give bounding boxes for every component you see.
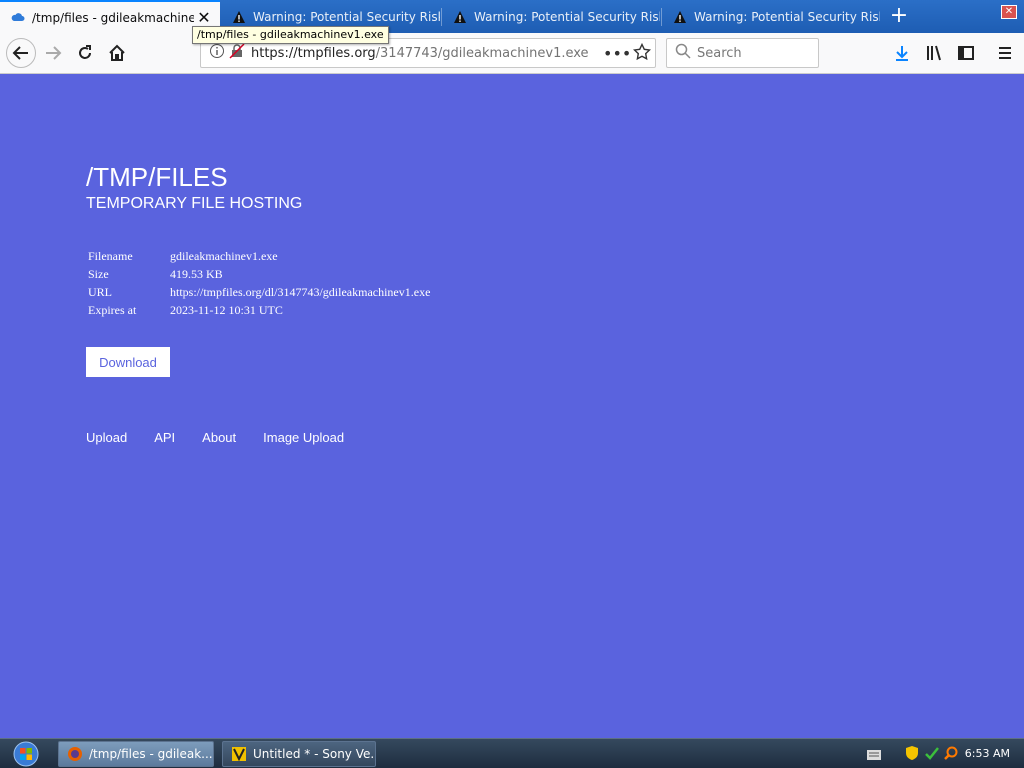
cloud-icon [10, 10, 26, 26]
search-icon [675, 43, 691, 63]
forward-arrow-icon [46, 46, 62, 60]
search-bar[interactable]: Search [666, 38, 819, 68]
library-icon [927, 45, 941, 61]
expires-label: Expires at [88, 303, 137, 317]
tab-warning-3[interactable]: Warning: Potential Security Risk Ahead [662, 0, 880, 33]
hamburger-menu-icon [999, 47, 1011, 59]
windows-logo-icon [13, 741, 39, 767]
navigation-toolbar: https://tmpfiles.org/3147743/gdileakmach… [0, 33, 1024, 74]
about-link[interactable]: About [202, 430, 236, 445]
forward-button[interactable] [40, 40, 66, 66]
warning-icon [231, 9, 247, 25]
page-actions-icon[interactable]: ••• [603, 44, 631, 63]
sony-vegas-icon [231, 746, 247, 762]
image-upload-link[interactable]: Image Upload [263, 430, 344, 445]
api-link[interactable]: API [154, 430, 175, 445]
tab-warning-2[interactable]: Warning: Potential Security Risk Ahead [442, 0, 660, 33]
filename-value: gdileakmachinev1.exe [170, 249, 278, 263]
reload-icon [79, 45, 91, 59]
bookmark-star-icon[interactable] [632, 42, 652, 65]
search-placeholder: Search [697, 45, 742, 61]
warning-icon [452, 9, 468, 25]
tab-tmpfiles[interactable]: /tmp/files - gdileakmachinev1.exe ✕ [0, 0, 220, 33]
site-title: /TMP/FILES [86, 162, 228, 192]
network-icon[interactable] [924, 745, 940, 765]
keyboard-icon[interactable] [866, 747, 882, 766]
close-tab-icon[interactable]: ✕ [194, 8, 214, 28]
back-arrow-icon [12, 46, 28, 60]
expires-value: 2023-11-12 10:31 UTC [170, 303, 283, 317]
page-content: /TMP/FILES TEMPORARY FILE HOSTING Filena… [0, 74, 1024, 738]
file-info-table: Filename gdileakmachinev1.exe Size 419.5… [86, 248, 432, 320]
sidebar-button[interactable] [953, 40, 979, 66]
taskbar: /tmp/files - gdileak... Untitled * - Son… [0, 738, 1024, 768]
taskbar-item-firefox[interactable]: /tmp/files - gdileak... [58, 741, 214, 767]
download-arrow-icon [896, 46, 908, 61]
security-shield-icon[interactable] [905, 745, 919, 765]
table-row: URL https://tmpfiles.org/dl/3147743/gdil… [86, 284, 432, 302]
upload-link[interactable]: Upload [86, 430, 127, 445]
reload-button[interactable] [72, 40, 98, 66]
url-value: https://tmpfiles.org/dl/3147743/gdileakm… [170, 285, 431, 299]
table-row: Size 419.53 KB [86, 266, 432, 284]
tab-title: Warning: Potential Security Risk Ahead [474, 9, 660, 24]
url-label: URL [88, 285, 112, 299]
table-row: Filename gdileakmachinev1.exe [86, 248, 432, 266]
size-value: 419.53 KB [170, 267, 223, 281]
size-label: Size [88, 267, 109, 281]
firefox-icon [67, 746, 83, 762]
library-button[interactable] [921, 40, 947, 66]
search-tray-icon[interactable] [943, 745, 959, 765]
tab-tooltip: /tmp/files - gdileakmachinev1.exe [192, 26, 389, 44]
clock[interactable]: 6:53 AM [965, 747, 1010, 760]
taskbar-item-label: /tmp/files - gdileak... [89, 747, 213, 761]
downloads-button[interactable] [889, 40, 915, 66]
back-button[interactable] [6, 38, 36, 68]
url-text[interactable]: https://tmpfiles.org/3147743/gdileakmach… [251, 46, 589, 61]
tab-title: /tmp/files - gdileakmachinev1.exe [32, 10, 194, 25]
site-subtitle: TEMPORARY FILE HOSTING [86, 195, 303, 212]
tab-title: Warning: Potential Security Risk Ahead [694, 9, 880, 24]
home-button[interactable] [104, 40, 130, 66]
menu-button[interactable] [992, 40, 1018, 66]
tab-strip: /tmp/files - gdileakmachinev1.exe ✕ Warn… [0, 0, 1024, 33]
system-tray: 6:53 AM [860, 739, 1024, 768]
new-tab-button[interactable]: + [887, 5, 911, 29]
window-close-button[interactable]: ✕ [1001, 5, 1017, 19]
home-icon [109, 44, 125, 61]
info-icon[interactable] [209, 43, 225, 63]
insecure-lock-icon[interactable] [229, 43, 245, 63]
footer-nav: Upload API About Image Upload [86, 430, 371, 445]
taskbar-item-label: Untitled * - Sony Ve... [253, 747, 376, 761]
sidebar-icon [958, 46, 974, 60]
warning-icon [672, 9, 688, 25]
tab-title: Warning: Potential Security Risk Ahead [253, 9, 440, 24]
filename-label: Filename [88, 249, 133, 263]
download-button[interactable]: Download [86, 347, 170, 377]
taskbar-item-sony-vegas[interactable]: Untitled * - Sony Ve... [222, 741, 376, 767]
table-row: Expires at 2023-11-12 10:31 UTC [86, 302, 432, 320]
start-button[interactable] [6, 740, 46, 768]
